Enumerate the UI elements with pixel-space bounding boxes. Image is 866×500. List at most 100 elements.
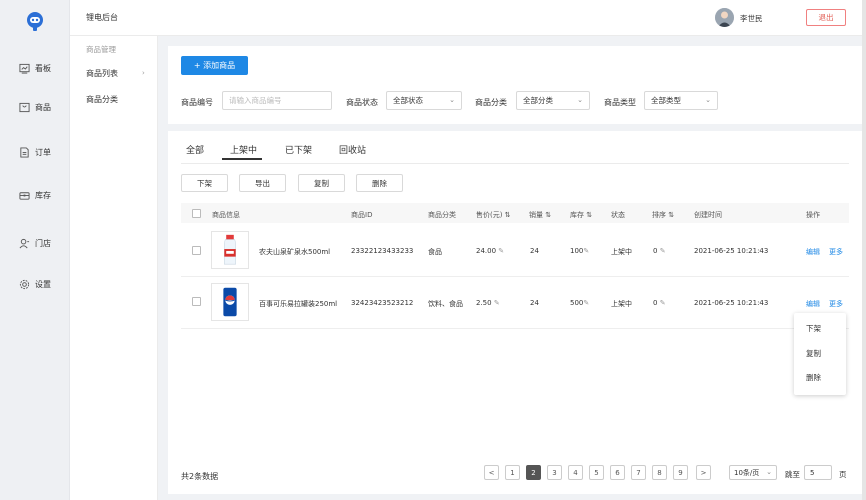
- row-checkbox[interactable]: [192, 246, 201, 255]
- rail-item-dashboard[interactable]: 看板: [0, 57, 70, 79]
- next-page-button[interactable]: >: [696, 465, 711, 480]
- edit-stock-icon[interactable]: ✎: [583, 247, 589, 255]
- product-id: 32423423523212: [351, 299, 414, 307]
- rail-item-store[interactable]: 门店: [0, 232, 70, 254]
- more-actions-menu: 下架 复制 删除: [794, 313, 846, 395]
- tab-recycle-bin[interactable]: 回收站: [339, 143, 366, 156]
- type-label: 商品类型: [604, 98, 636, 107]
- select-all-checkbox[interactable]: [192, 209, 201, 218]
- column-header: 状态: [611, 211, 625, 219]
- add-product-button[interactable]: + 添加商品: [181, 56, 248, 75]
- column-header: 商品分类: [428, 211, 456, 219]
- goto-page-input[interactable]: 5: [804, 465, 832, 480]
- active-tab-indicator: [222, 158, 262, 160]
- chevron-down-icon: ⌄: [449, 96, 455, 104]
- app-title: 锂电后台: [86, 13, 118, 22]
- rail-item-order[interactable]: 订单: [0, 141, 70, 163]
- page-size-select[interactable]: 10条/页 ⌄: [729, 465, 777, 480]
- take-down-button[interactable]: 下架: [181, 174, 228, 192]
- store-icon: [19, 238, 30, 248]
- rail-item-inventory[interactable]: 库存: [0, 184, 70, 206]
- product-price: 2.50 ✎: [476, 299, 500, 307]
- submenu-item-product-category[interactable]: 商品分类: [86, 94, 118, 105]
- total-count: 共2条数据: [181, 472, 219, 481]
- product-icon: [19, 102, 30, 112]
- prev-page-button[interactable]: <: [484, 465, 499, 480]
- chevron-right-icon: ›: [142, 69, 145, 77]
- more-link[interactable]: 更多: [829, 299, 843, 309]
- tab-on-sale[interactable]: 上架中: [230, 143, 257, 156]
- product-price: 24.00 ✎: [476, 247, 505, 255]
- more-link[interactable]: 更多: [829, 247, 843, 257]
- export-button[interactable]: 导出: [239, 174, 286, 192]
- edit-price-icon[interactable]: ✎: [498, 247, 504, 255]
- menu-item-take-down[interactable]: 下架: [806, 323, 821, 334]
- robot-logo-icon[interactable]: [24, 10, 46, 32]
- page-scrollbar[interactable]: [862, 0, 866, 500]
- product-sales: 24: [530, 299, 539, 307]
- pepsi-can-thumbnail[interactable]: [211, 283, 249, 321]
- delete-button[interactable]: 删除: [356, 174, 403, 192]
- page-button[interactable]: 6: [610, 465, 625, 480]
- logout-button[interactable]: 退出: [806, 9, 846, 26]
- edit-link[interactable]: 编辑: [806, 299, 820, 309]
- row-divider: [181, 276, 849, 277]
- menu-item-delete[interactable]: 删除: [806, 372, 821, 383]
- filter-panel: + 添加商品 商品编号 请输入商品编号 商品状态 全部状态 ⌄ 商品分类 全部分…: [168, 46, 862, 124]
- column-header[interactable]: 排序 ⇅: [652, 210, 674, 220]
- dashboard-icon: [19, 63, 30, 74]
- order-icon: [20, 146, 29, 158]
- settings-icon: [19, 279, 30, 289]
- avatar[interactable]: [715, 8, 734, 27]
- category-select[interactable]: 全部分类 ⌄: [516, 91, 590, 110]
- submenu-item-product-list[interactable]: 商品列表: [86, 68, 118, 79]
- product-name: 百事可乐易拉罐装250ml: [259, 300, 338, 308]
- product-table-panel: 全部 上架中 已下架 回收站 下架 导出 复制 删除 商品信息 商品ID 商品分…: [168, 131, 862, 494]
- product-created-time: 2021-06-25 10:21:43: [694, 299, 769, 307]
- status-select[interactable]: 全部状态 ⌄: [386, 91, 462, 110]
- row-checkbox[interactable]: [192, 297, 201, 306]
- column-header: 商品信息: [212, 211, 240, 219]
- rail-item-settings[interactable]: 设置: [0, 273, 70, 295]
- page-button[interactable]: 8: [652, 465, 667, 480]
- product-code-label: 商品编号: [181, 98, 213, 107]
- page-button[interactable]: 7: [631, 465, 646, 480]
- page-button[interactable]: 5: [589, 465, 604, 480]
- rail-item-product[interactable]: 商品: [0, 96, 70, 118]
- page-button[interactable]: 3: [547, 465, 562, 480]
- product-category: 饮料、食品: [428, 300, 463, 308]
- page-button[interactable]: 4: [568, 465, 583, 480]
- edit-sort-icon[interactable]: ✎: [660, 247, 666, 255]
- column-header[interactable]: 库存 ⇅: [570, 210, 592, 220]
- product-stock: 500✎: [570, 299, 590, 307]
- user-name[interactable]: 李世民: [740, 13, 763, 24]
- copy-button[interactable]: 复制: [298, 174, 345, 192]
- product-created-time: 2021-06-25 10:21:43: [694, 247, 769, 255]
- goto-label: 跳至: [785, 470, 800, 479]
- tab-off-shelf[interactable]: 已下架: [285, 143, 312, 156]
- edit-link[interactable]: 编辑: [806, 247, 820, 257]
- menu-item-copy[interactable]: 复制: [806, 348, 821, 359]
- chevron-down-icon: ⌄: [705, 96, 711, 104]
- edit-sort-icon[interactable]: ✎: [660, 299, 666, 307]
- column-header[interactable]: 销量 ⇅: [529, 210, 551, 220]
- product-code-input[interactable]: 请输入商品编号: [222, 91, 332, 110]
- type-select[interactable]: 全部类型 ⌄: [644, 91, 718, 110]
- edit-stock-icon[interactable]: ✎: [583, 299, 589, 307]
- column-header[interactable]: 售价(元) ⇅: [476, 210, 511, 220]
- status-label: 商品状态: [346, 98, 378, 107]
- page-button[interactable]: 1: [505, 465, 520, 480]
- edit-price-icon[interactable]: ✎: [494, 299, 500, 307]
- product-status: 上架中: [611, 248, 632, 256]
- tab-all[interactable]: 全部: [186, 143, 204, 156]
- column-header: 创建时间: [694, 211, 722, 219]
- water-bottle-thumbnail[interactable]: [211, 231, 249, 269]
- inventory-icon: [19, 191, 30, 200]
- chevron-down-icon: ⌄: [577, 96, 583, 104]
- product-sort: 0 ✎: [653, 247, 666, 255]
- page-button-current[interactable]: 2: [526, 465, 541, 480]
- row-divider: [181, 328, 849, 329]
- icon-rail: 看板 商品 订单 库存 门店 设置: [0, 0, 70, 500]
- product-sort: 0 ✎: [653, 299, 666, 307]
- page-button[interactable]: 9: [673, 465, 688, 480]
